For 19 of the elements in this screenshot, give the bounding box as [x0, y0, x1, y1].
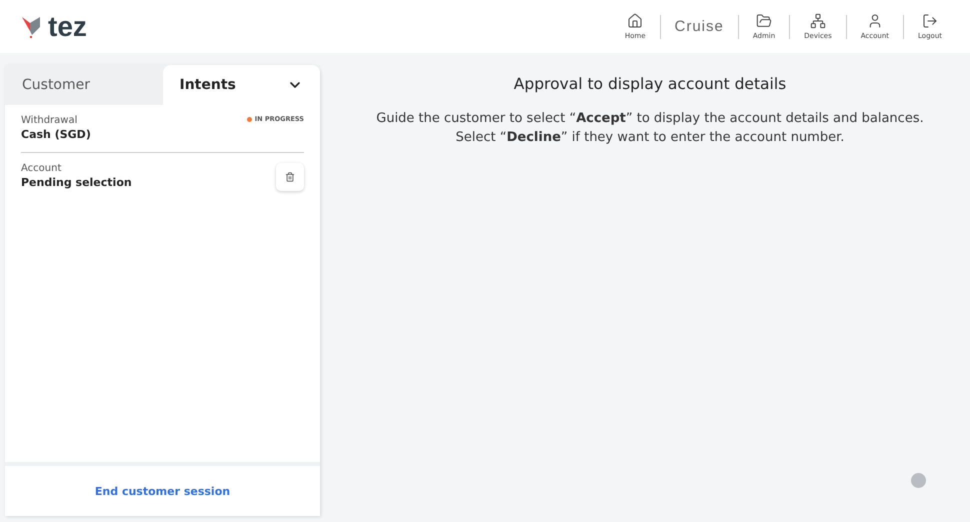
trash-icon — [285, 172, 295, 182]
page-title: Approval to display account details — [514, 75, 786, 93]
folder-icon — [756, 13, 772, 29]
intent-label: Account — [21, 163, 62, 174]
network-icon — [810, 13, 826, 29]
delete-button[interactable] — [276, 163, 304, 191]
intent-value: Cash (SGD) — [21, 128, 91, 141]
instruction-text: Guide the customer to select “Accept” to display the account details and balances. — [376, 111, 924, 126]
floating-dot — [911, 473, 926, 488]
brand-name: tez — [48, 10, 87, 42]
home-icon — [627, 13, 644, 29]
logout-icon — [922, 13, 938, 29]
intent-label: Withdrawal — [21, 115, 78, 126]
product-logo: Cruise — [674, 18, 725, 35]
intent-value: Pending selection — [21, 176, 132, 189]
panel-tab[interactable]: Intents — [162, 65, 320, 105]
end-session-button[interactable]: End customer session — [88, 484, 236, 498]
bird-logo-icon — [22, 14, 42, 38]
instruction-text: Select “Decline” if they want to enter the account number. — [456, 130, 844, 145]
